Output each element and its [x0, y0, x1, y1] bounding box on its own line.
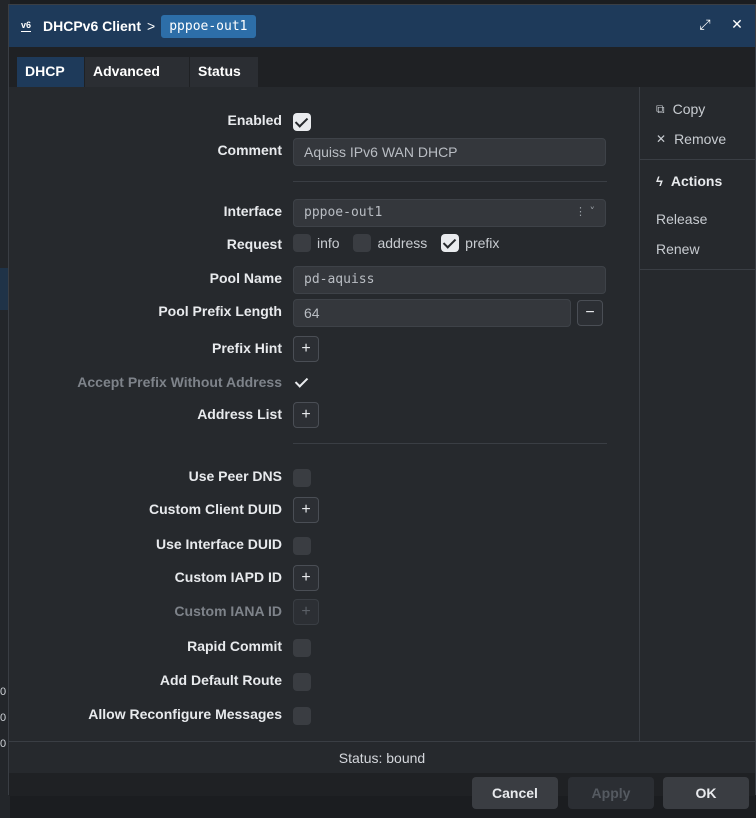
allow-reconfigure-label: Allow Reconfigure Messages: [88, 706, 282, 722]
accept-prefix-checkbox: [293, 374, 311, 392]
add-default-route-checkbox[interactable]: [293, 673, 311, 692]
address-checkbox[interactable]: [353, 234, 372, 252]
remove-button[interactable]: ✕ Remove: [656, 131, 726, 147]
copy-icon: ⧉: [656, 101, 665, 116]
allow-reconfigure-row: Allow Reconfigure Messages: [9, 702, 639, 730]
action-sidebar: ⧉ Copy ✕ Remove ϟ Actions Release Renew: [639, 87, 756, 741]
form-panel: Enabled Comment Aquiss IPv6 WAN DHCP Int…: [9, 87, 639, 741]
close-icon: ✕: [656, 132, 667, 146]
add-iana-id-button: +: [293, 599, 319, 625]
add-prefix-hint-button[interactable]: +: [293, 336, 319, 362]
custom-client-duid-row: Custom Client DUID +: [9, 497, 639, 525]
add-client-duid-button[interactable]: +: [293, 497, 319, 523]
allow-reconfigure-checkbox[interactable]: [293, 707, 311, 726]
tab-bar: DHCP Advanced Status: [9, 47, 755, 87]
tab-status[interactable]: Status: [190, 57, 258, 87]
pool-prefix-length-input[interactable]: 64: [293, 299, 571, 327]
prefix-checkbox[interactable]: [441, 234, 460, 252]
rapid-commit-checkbox[interactable]: [293, 639, 311, 658]
custom-iapd-id-label: Custom IAPD ID: [174, 569, 282, 585]
interface-label: Interface: [223, 203, 282, 219]
release-button[interactable]: Release: [656, 211, 707, 227]
add-default-route-label: Add Default Route: [159, 672, 282, 688]
interface-row: Interface pppoe-out1 ⋮ ˅: [9, 199, 639, 227]
sidebar-divider: [640, 159, 756, 160]
title-bar[interactable]: v6 DHCPv6 Client > pppoe-out1 ⤢ ✕: [9, 5, 755, 47]
request-option-address[interactable]: address: [353, 234, 427, 252]
pool-name-row: Pool Name pd-aquiss: [9, 266, 639, 294]
comment-label: Comment: [217, 142, 282, 158]
accept-prefix-label: Accept Prefix Without Address: [77, 374, 282, 390]
sidebar-divider: [640, 269, 756, 270]
custom-iana-id-label: Custom IANA ID: [174, 603, 282, 619]
use-interface-duid-checkbox[interactable]: [293, 537, 311, 556]
renew-button[interactable]: Renew: [656, 241, 700, 257]
request-label: Request: [226, 236, 282, 252]
dropdown-icon: ⋮ ˅: [575, 205, 595, 218]
copy-button[interactable]: ⧉ Copy: [656, 101, 705, 117]
address-list-label: Address List: [197, 406, 282, 422]
request-option-prefix[interactable]: prefix: [441, 234, 499, 252]
expand-icon[interactable]: ⤢: [695, 16, 715, 33]
prefix-hint-row: Prefix Hint +: [9, 336, 639, 364]
tab-dhcp[interactable]: DHCP: [17, 57, 84, 87]
background-digit: 0: [0, 686, 7, 698]
add-default-route-row: Add Default Route: [9, 668, 639, 696]
lightning-icon: ϟ: [656, 173, 663, 189]
window-title: DHCPv6 Client: [43, 18, 142, 34]
background-digit: 0: [0, 738, 7, 750]
custom-client-duid-label: Custom Client DUID: [149, 501, 282, 517]
status-bar: Status: bound: [9, 741, 755, 773]
request-row: Request info address prefix: [9, 232, 639, 260]
rapid-commit-row: Rapid Commit: [9, 634, 639, 662]
info-checkbox[interactable]: [293, 234, 311, 252]
pool-name-input[interactable]: pd-aquiss: [293, 266, 606, 294]
breadcrumb-separator: >: [147, 18, 156, 34]
ipv6-icon: v6: [20, 19, 31, 32]
use-interface-duid-row: Use Interface DUID: [9, 532, 639, 560]
section-divider: [293, 181, 607, 182]
use-peer-dns-row: Use Peer DNS: [9, 464, 639, 492]
ok-button[interactable]: OK: [663, 777, 749, 809]
breadcrumb-item[interactable]: pppoe-out1: [161, 14, 256, 38]
accept-prefix-row: Accept Prefix Without Address: [9, 370, 639, 398]
close-icon[interactable]: ✕: [727, 16, 747, 33]
add-address-list-button[interactable]: +: [293, 402, 319, 428]
use-peer-dns-label: Use Peer DNS: [188, 468, 282, 484]
use-peer-dns-checkbox[interactable]: [293, 469, 311, 488]
interface-value: pppoe-out1: [304, 205, 383, 220]
prefix-hint-label: Prefix Hint: [211, 340, 282, 356]
enabled-row: Enabled: [9, 108, 639, 136]
tab-advanced[interactable]: Advanced: [85, 57, 189, 87]
comment-row: Comment Aquiss IPv6 WAN DHCP: [9, 138, 639, 166]
actions-heading: ϟ Actions: [656, 173, 723, 189]
use-interface-duid-label: Use Interface DUID: [155, 536, 282, 552]
custom-iana-id-row: Custom IANA ID +: [9, 599, 639, 627]
comment-input[interactable]: Aquiss IPv6 WAN DHCP: [293, 138, 606, 166]
background-digit: 0: [0, 712, 7, 724]
enabled-checkbox[interactable]: [293, 113, 311, 132]
remove-value-button[interactable]: −: [577, 300, 603, 326]
request-option-info[interactable]: info: [293, 234, 340, 252]
interface-select[interactable]: pppoe-out1 ⋮ ˅: [293, 199, 606, 227]
section-divider: [293, 443, 607, 444]
enabled-label: Enabled: [227, 112, 282, 128]
apply-button[interactable]: Apply: [568, 777, 654, 809]
cancel-button[interactable]: Cancel: [472, 777, 558, 809]
rapid-commit-label: Rapid Commit: [187, 638, 282, 654]
add-iapd-id-button[interactable]: +: [293, 565, 319, 591]
pool-prefix-length-row: Pool Prefix Length 64 −: [9, 299, 639, 327]
custom-iapd-id-row: Custom IAPD ID +: [9, 565, 639, 593]
address-list-row: Address List +: [9, 402, 639, 430]
pool-name-label: Pool Name: [209, 270, 282, 286]
dhcpv6-client-window: v6 DHCPv6 Client > pppoe-out1 ⤢ ✕ DHCP A…: [8, 4, 756, 796]
pool-prefix-length-label: Pool Prefix Length: [158, 303, 282, 319]
